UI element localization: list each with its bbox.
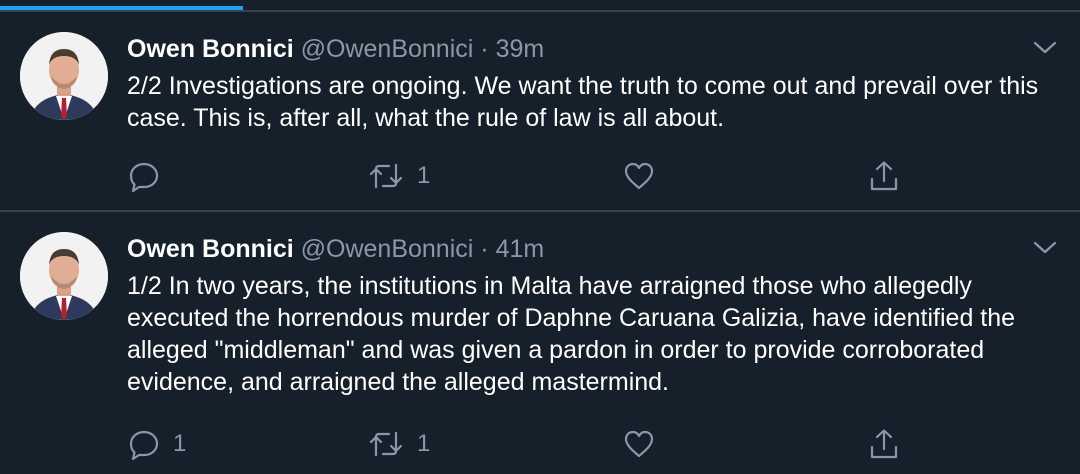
separator-dot: · xyxy=(480,35,489,63)
tweet-header: Owen Bonnici @OwenBonnici · 41m xyxy=(127,232,544,266)
reply-count: 1 xyxy=(173,430,187,457)
avatar[interactable] xyxy=(20,32,108,120)
like-button[interactable] xyxy=(622,424,668,464)
retweet-button[interactable]: 1 xyxy=(367,424,430,464)
retweet-count: 1 xyxy=(417,430,431,457)
separator-dot: · xyxy=(480,235,489,263)
tweet[interactable]: Owen Bonnici @OwenBonnici · 39m 2/2 Inve… xyxy=(0,10,1080,212)
author-name[interactable]: Owen Bonnici xyxy=(127,35,294,63)
chevron-down-icon[interactable] xyxy=(1032,240,1058,256)
chevron-down-icon[interactable] xyxy=(1032,40,1058,56)
retweet-icon xyxy=(367,427,405,461)
reply-button[interactable] xyxy=(127,156,173,196)
like-button[interactable] xyxy=(622,156,668,196)
author-handle[interactable]: @OwenBonnici xyxy=(301,235,474,263)
top-bar xyxy=(0,0,1080,10)
reply-icon xyxy=(127,427,161,461)
timestamp[interactable]: 39m xyxy=(496,35,545,63)
tweet[interactable]: Owen Bonnici @OwenBonnici · 41m 1/2 In t… xyxy=(0,210,1080,474)
like-icon xyxy=(622,427,656,461)
tweet-text: 1/2 In two years, the institutions in Ma… xyxy=(127,272,1016,396)
tweet-header: Owen Bonnici @OwenBonnici · 39m xyxy=(127,32,544,66)
timestamp[interactable]: 41m xyxy=(496,235,545,263)
reply-icon xyxy=(127,159,161,193)
avatar[interactable] xyxy=(20,232,108,320)
share-button[interactable] xyxy=(867,424,901,464)
like-icon xyxy=(622,159,656,193)
retweet-button[interactable]: 1 xyxy=(367,156,430,196)
retweet-icon xyxy=(367,159,405,193)
retweet-count: 1 xyxy=(417,162,431,189)
reply-button[interactable]: 1 xyxy=(127,424,186,464)
share-button[interactable] xyxy=(867,156,901,196)
share-icon xyxy=(867,159,901,193)
author-handle[interactable]: @OwenBonnici xyxy=(301,35,474,63)
author-name[interactable]: Owen Bonnici xyxy=(127,235,294,263)
tweet-text: 2/2 Investigations are ongoing. We want … xyxy=(127,72,1039,132)
share-icon xyxy=(867,427,901,461)
